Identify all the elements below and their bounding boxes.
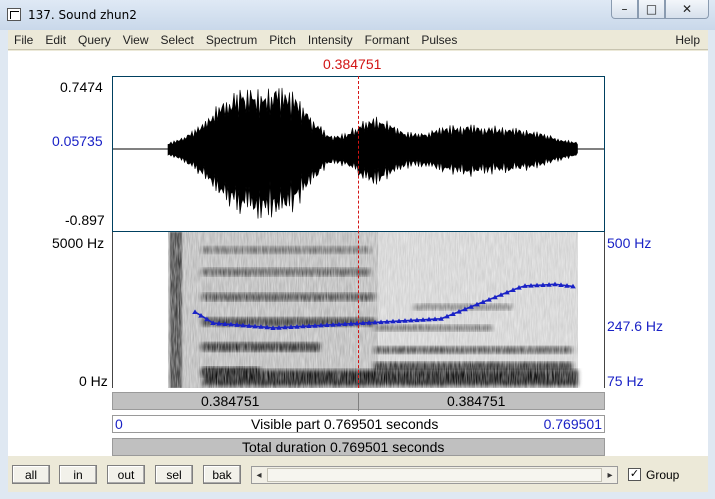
zoom-out-button[interactable]: out <box>107 465 145 484</box>
waveform-trace <box>167 87 578 219</box>
pitch-bottom-label: 75 Hz <box>607 373 644 389</box>
visible-end-time: 0.769501 <box>543 416 602 432</box>
menu-select[interactable]: Select <box>155 33 200 47</box>
cursor-time-bar[interactable]: 0.384751 0.384751 <box>112 392 605 411</box>
sound-drawing-area[interactable]: 0.384751 0.7474 0.05735 -0.897 5000 Hz 0… <box>8 51 708 456</box>
menu-spectrum[interactable]: Spectrum <box>200 33 263 47</box>
group-label: Group <box>646 468 680 482</box>
cursor-line <box>358 76 359 388</box>
pitch-top-label: 500 Hz <box>607 235 652 251</box>
pitch-mid-label: 247.6 Hz <box>607 318 664 334</box>
menu-pulses[interactable]: Pulses <box>415 33 463 47</box>
menu-edit[interactable]: Edit <box>39 33 72 47</box>
waveform-min-label: -0.897 <box>65 212 105 228</box>
scroll-thumb[interactable] <box>267 468 602 482</box>
minimize-button[interactable]: – <box>611 0 638 19</box>
title-bar: 137. Sound zhun2 – □ ✕ <box>0 0 715 30</box>
maximize-button[interactable]: □ <box>638 0 665 19</box>
visible-part-bar[interactable]: 0 Visible part 0.769501 seconds 0.769501 <box>112 415 605 433</box>
total-duration-bar[interactable]: Total duration 0.769501 seconds <box>112 438 605 456</box>
menu-bar: File Edit Query View Select Spectrum Pit… <box>8 30 708 50</box>
menu-query[interactable]: Query <box>72 33 117 47</box>
waveform-svg <box>113 87 604 219</box>
close-button[interactable]: ✕ <box>665 0 709 19</box>
horizontal-scrollbar[interactable]: ◂ ▸ <box>251 466 618 484</box>
spectrogram-top-label: 5000 Hz <box>52 235 105 251</box>
spectrogram-svg <box>168 232 578 388</box>
menu-help[interactable]: Help <box>669 33 708 47</box>
window-title: 137. Sound zhun2 <box>28 8 137 22</box>
menu-file[interactable]: File <box>8 33 39 47</box>
scroll-right-arrow[interactable]: ▸ <box>603 467 617 483</box>
visible-start-time: 0 <box>115 416 123 432</box>
zoom-in-button[interactable]: in <box>59 465 97 484</box>
right-part-time: 0.384751 <box>447 393 506 409</box>
scroll-left-arrow[interactable]: ◂ <box>252 467 266 483</box>
spectrogram-texture <box>168 232 578 388</box>
cursor-time-label: 0.384751 <box>323 56 382 72</box>
menu-pitch[interactable]: Pitch <box>263 33 302 47</box>
waveform-max-label: 0.7474 <box>60 79 103 95</box>
spectrogram-bottom-label: 0 Hz <box>79 373 108 389</box>
waveform-cursor-value-label: 0.05735 <box>52 133 103 149</box>
cursor-divider <box>358 393 359 411</box>
group-checkbox[interactable]: ✓ <box>628 468 641 481</box>
editor-client: File Edit Query View Select Spectrum Pit… <box>8 30 708 492</box>
left-part-time: 0.384751 <box>201 393 260 409</box>
zoom-selection-button[interactable]: sel <box>155 465 193 484</box>
bottom-toolbar: all in out sel bak ◂ ▸ ✓ Group <box>8 464 708 488</box>
menu-formant[interactable]: Formant <box>359 33 416 47</box>
total-duration-text: Total duration 0.769501 seconds <box>242 439 445 455</box>
zoom-all-button[interactable]: all <box>12 465 50 484</box>
visible-part-text: Visible part 0.769501 seconds <box>251 416 439 432</box>
window-controls: – □ ✕ <box>611 0 709 20</box>
app-icon <box>7 8 21 21</box>
zoom-back-button[interactable]: bak <box>203 465 241 484</box>
menu-view[interactable]: View <box>117 33 155 47</box>
menu-intensity[interactable]: Intensity <box>302 33 359 47</box>
